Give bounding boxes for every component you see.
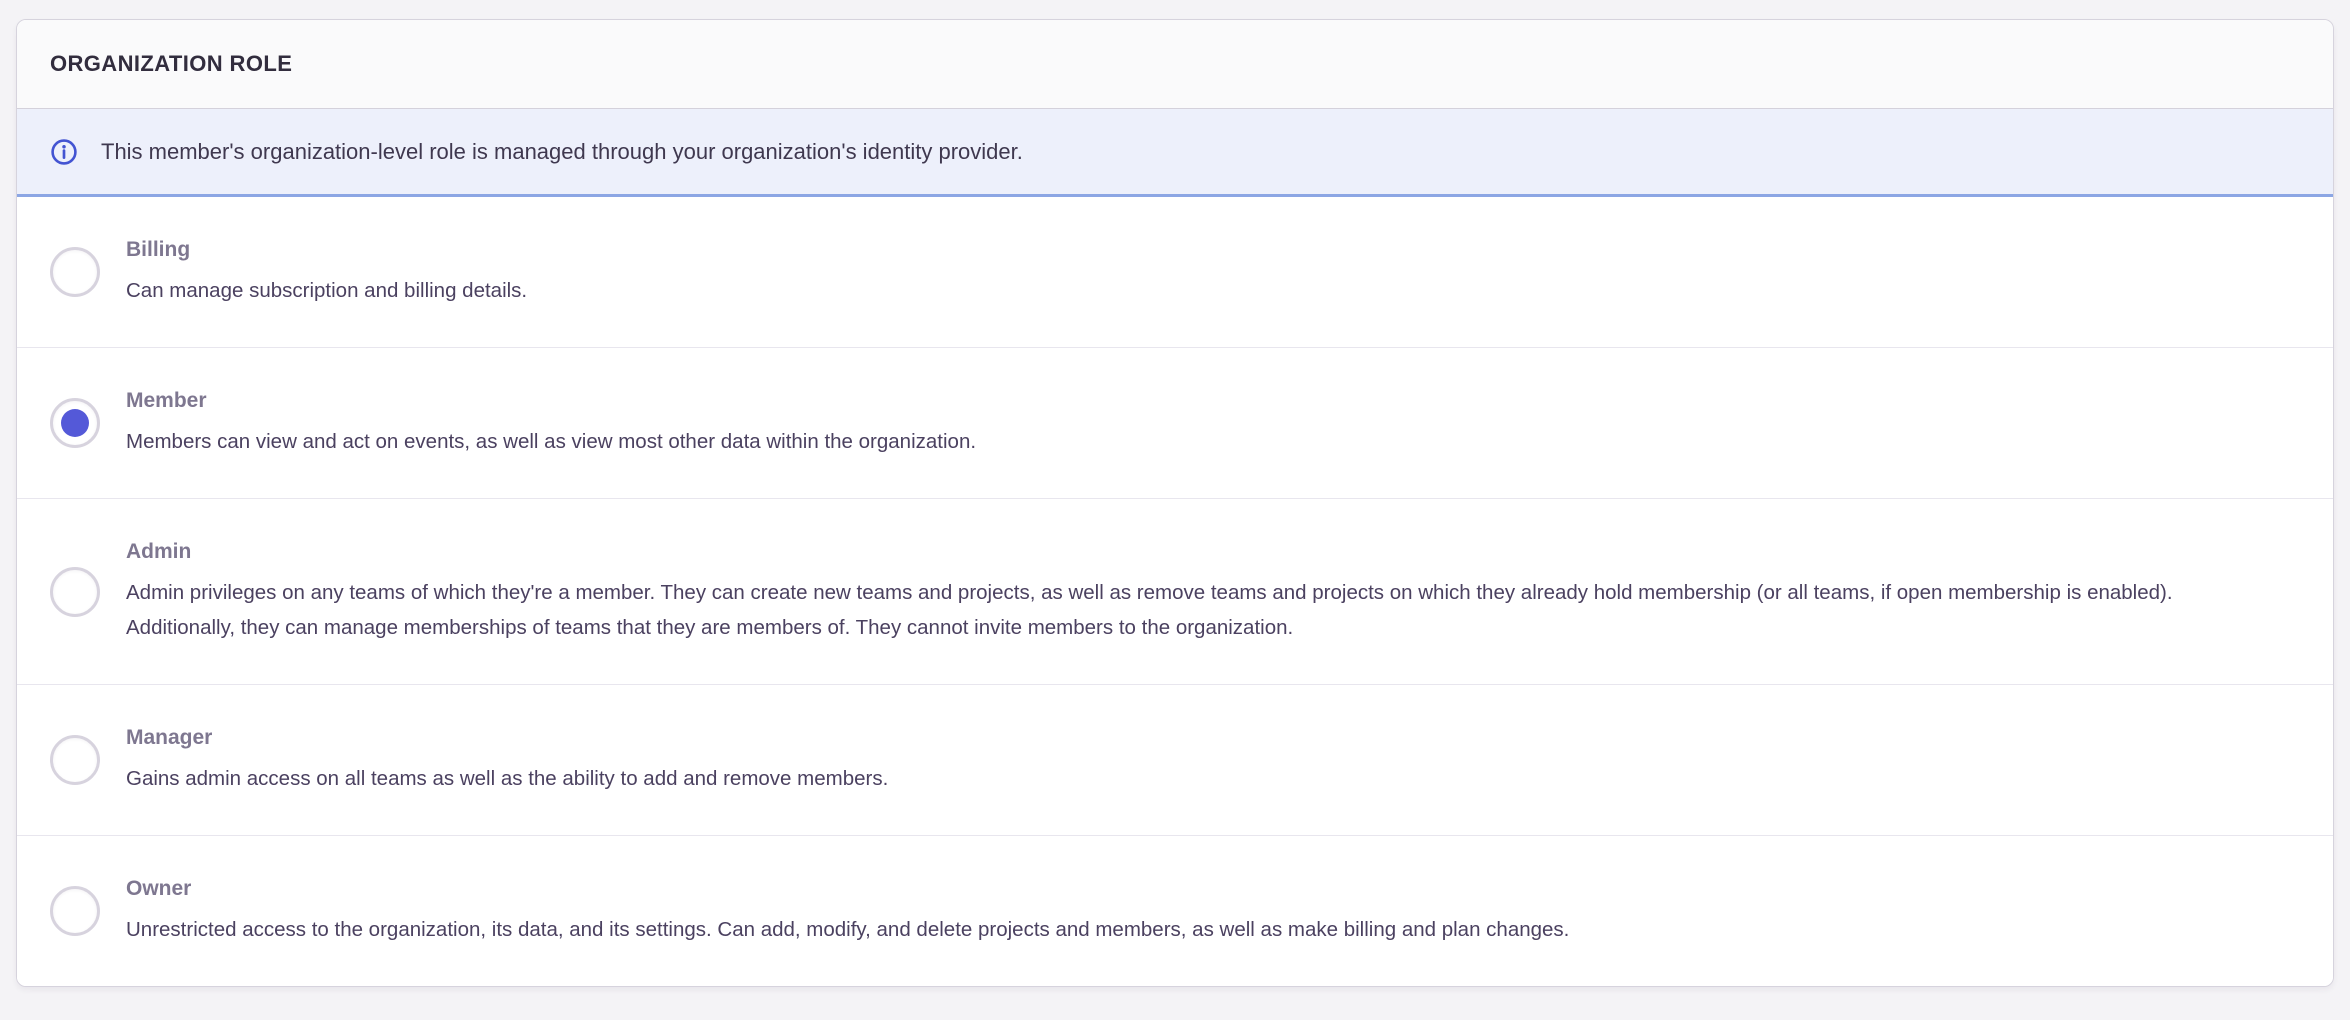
panel-header: ORGANIZATION ROLE [17, 20, 2333, 109]
organization-role-panel: ORGANIZATION ROLE This member's organiza… [16, 19, 2334, 987]
role-option-manager[interactable]: Manager Gains admin access on all teams … [17, 685, 2333, 836]
alert-text: This member's organization-level role is… [101, 137, 1023, 167]
role-description: Gains admin access on all teams as well … [126, 761, 888, 796]
role-description: Admin privileges on any teams of which t… [126, 575, 2286, 645]
role-option-billing[interactable]: Billing Can manage subscription and bill… [17, 197, 2333, 348]
panel-title: ORGANIZATION ROLE [50, 51, 292, 77]
role-option-member[interactable]: Member Members can view and act on event… [17, 348, 2333, 499]
role-label: Member [126, 387, 976, 415]
radio-manager[interactable] [50, 735, 100, 785]
role-option-owner[interactable]: Owner Unrestricted access to the organiz… [17, 836, 2333, 986]
role-text: Manager Gains admin access on all teams … [126, 724, 888, 796]
role-radio-group: Billing Can manage subscription and bill… [17, 197, 2333, 986]
radio-owner[interactable] [50, 886, 100, 936]
radio-billing[interactable] [50, 247, 100, 297]
role-label: Manager [126, 724, 888, 752]
role-text: Member Members can view and act on event… [126, 387, 976, 459]
radio-dot [61, 409, 89, 437]
role-description: Unrestricted access to the organization,… [126, 912, 1569, 947]
role-label: Owner [126, 875, 1569, 903]
info-icon [50, 138, 78, 166]
role-text: Billing Can manage subscription and bill… [126, 236, 527, 308]
role-label: Billing [126, 236, 527, 264]
radio-member[interactable] [50, 398, 100, 448]
role-option-admin[interactable]: Admin Admin privileges on any teams of w… [17, 499, 2333, 685]
radio-admin[interactable] [50, 567, 100, 617]
role-text: Admin Admin privileges on any teams of w… [126, 538, 2286, 645]
role-description: Members can view and act on events, as w… [126, 424, 976, 459]
role-description: Can manage subscription and billing deta… [126, 273, 527, 308]
role-label: Admin [126, 538, 2286, 566]
role-text: Owner Unrestricted access to the organiz… [126, 875, 1569, 947]
idp-managed-alert: This member's organization-level role is… [17, 109, 2333, 197]
